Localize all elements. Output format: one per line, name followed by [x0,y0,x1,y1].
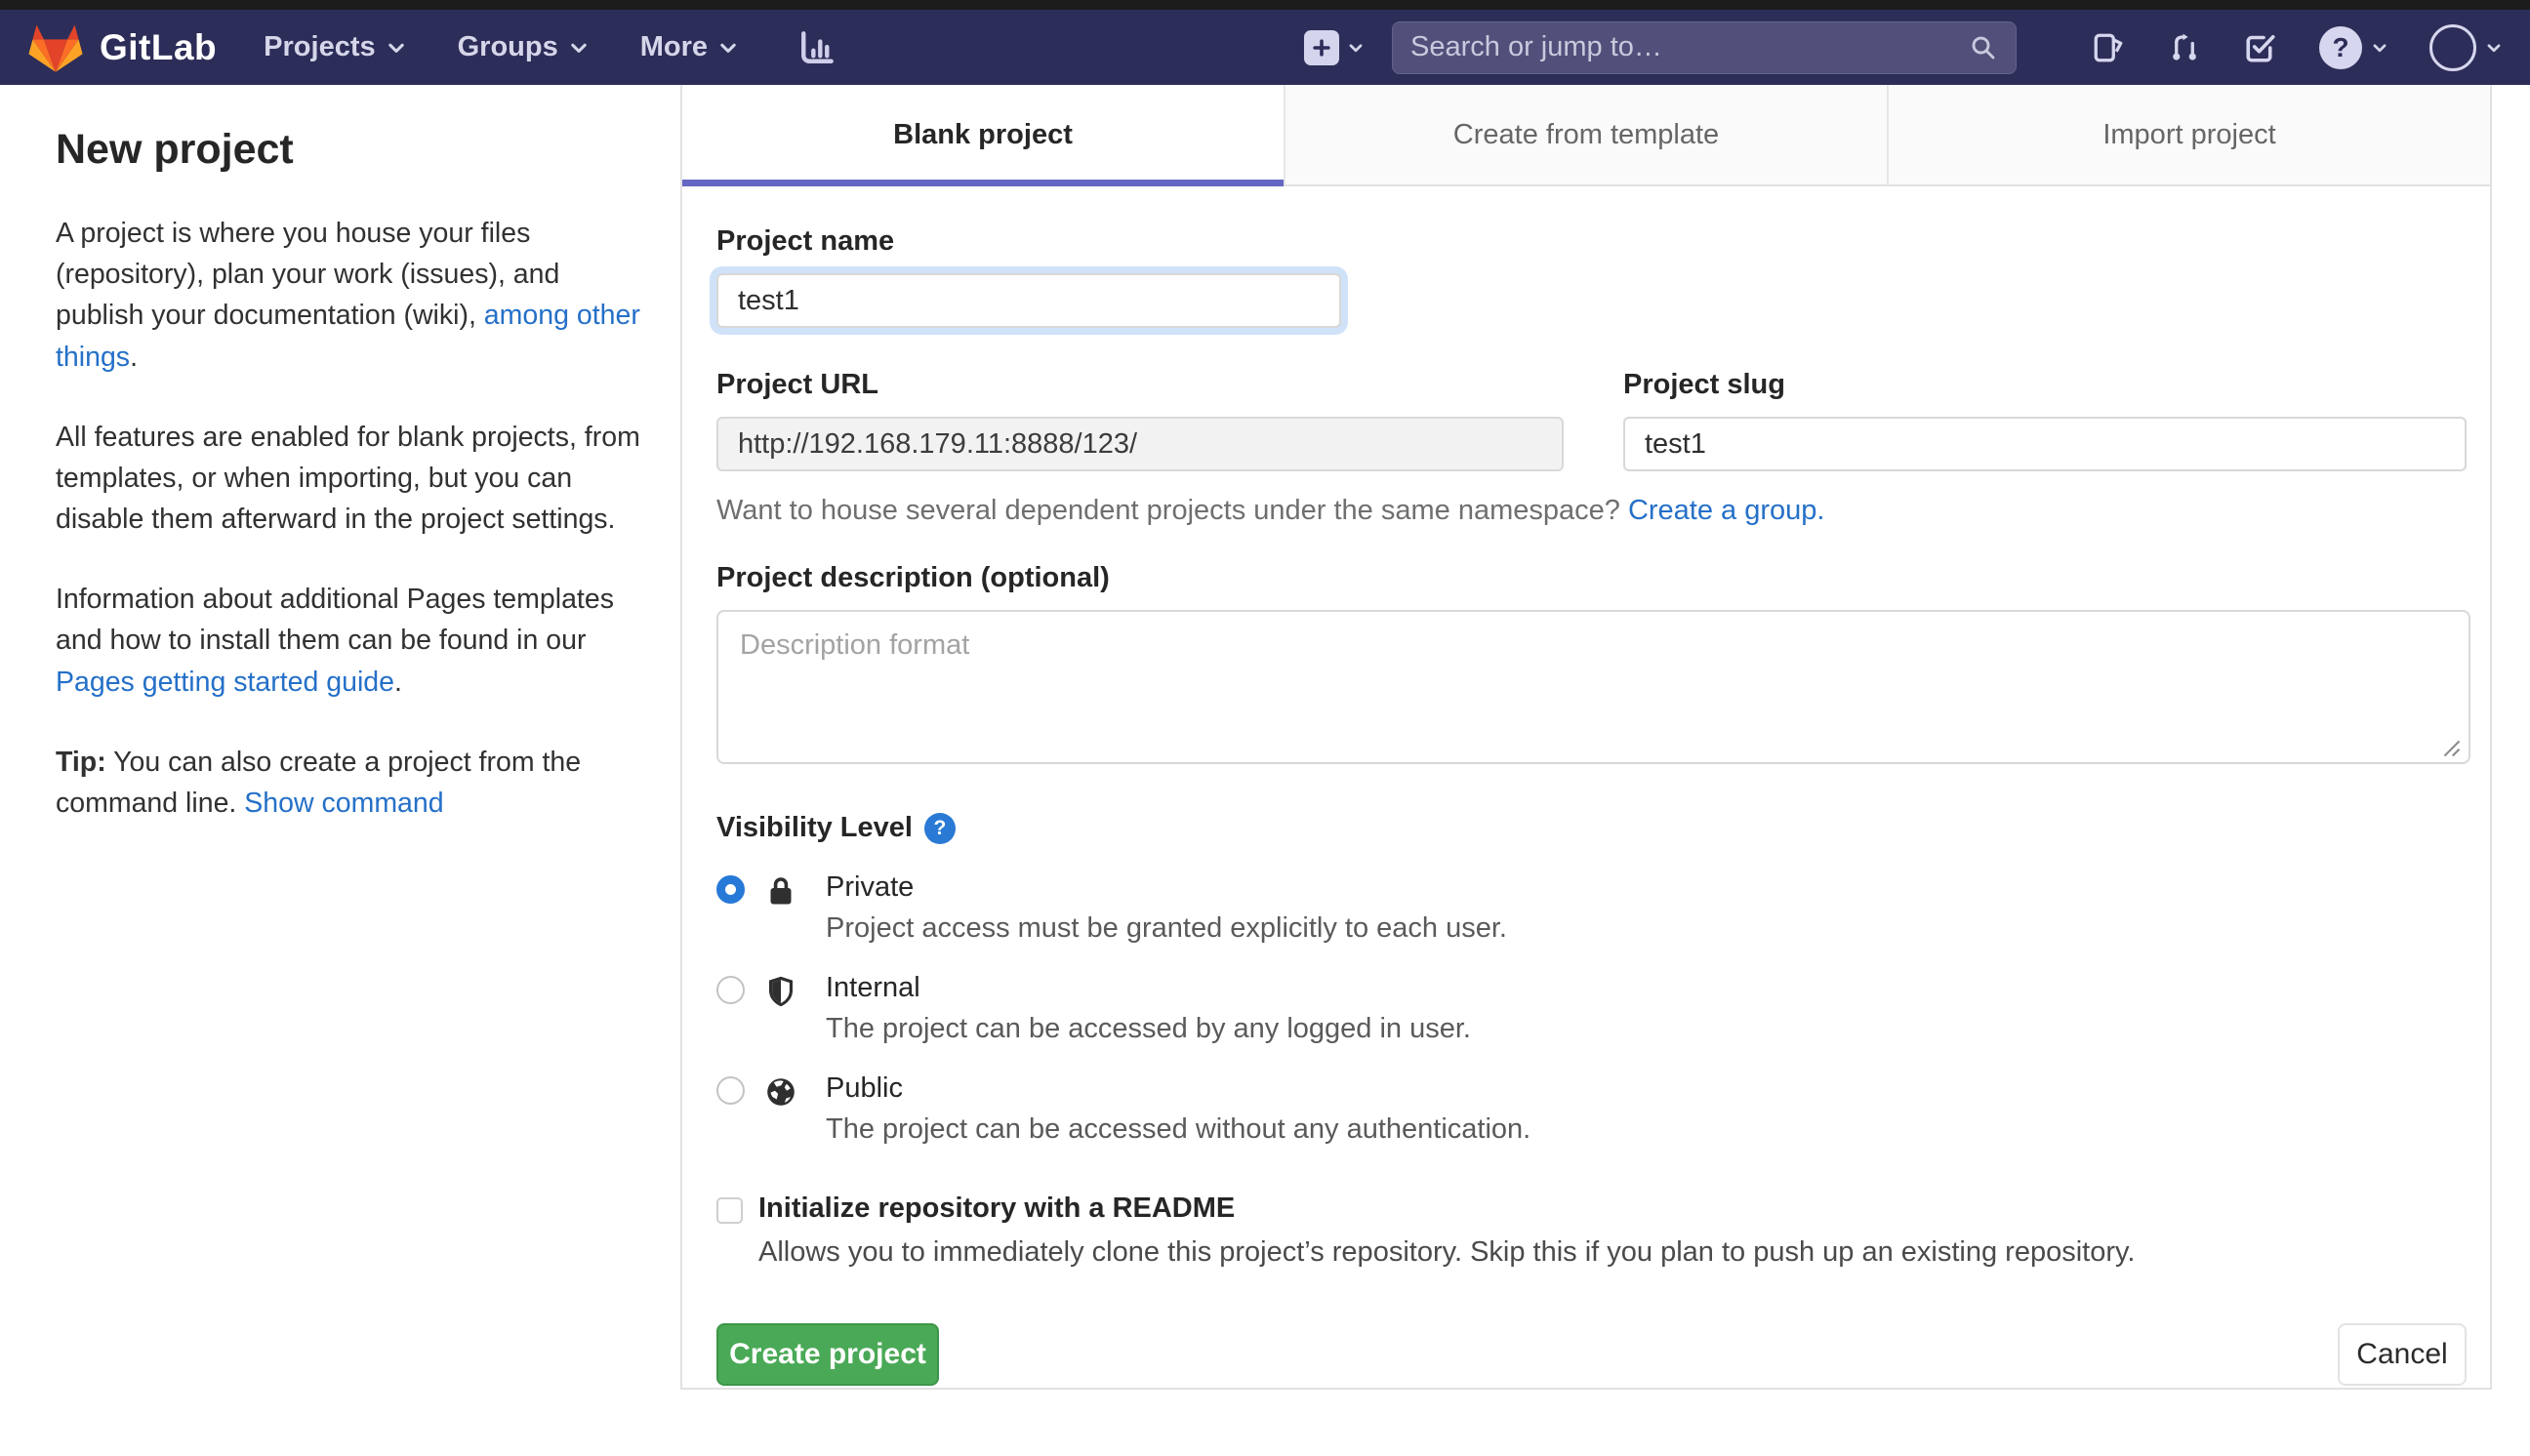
public-radio[interactable] [716,1076,745,1105]
new-menu-dropdown[interactable] [1304,29,1365,65]
page-title: New project [56,126,294,173]
internal-label: Internal [826,972,920,1003]
nav-groups[interactable]: Groups [458,31,590,63]
globe-icon [767,1078,795,1106]
readme-checkbox[interactable] [716,1197,743,1224]
search-box[interactable] [1392,20,2017,74]
internal-description: The project can be accessed by any logge… [826,1013,1471,1044]
readme-label: Initialize repository with a README [758,1193,1236,1224]
visibility-option-private: Private Project access must be granted e… [716,871,2467,945]
project-name-label: Project name [716,225,895,257]
public-description: The project can be accessed without any … [826,1113,1531,1145]
public-label: Public [826,1072,903,1104]
chevron-down-icon [1349,43,1363,52]
visibility-help-icon[interactable]: ? [923,812,956,844]
tab-create-from-template[interactable]: Create from template [1284,85,1887,184]
project-name-input[interactable] [716,273,1341,328]
sidebar-paragraph: Tip: You can also create a project from … [56,746,582,819]
pages-guide-link[interactable]: Pages getting started guide [56,667,394,698]
project-url-input[interactable] [716,417,1564,471]
admin-charts-icon[interactable] [796,26,838,69]
chevron-down-icon [720,43,736,53]
window-top-strip [0,0,2530,10]
help-menu-dropdown[interactable]: ? [2319,25,2388,69]
project-slug-input[interactable] [1623,417,2467,471]
internal-radio[interactable] [716,976,745,1004]
search-icon [1972,36,1995,59]
project-description-textarea[interactable] [716,610,2470,764]
visibility-option-internal: Internal The project can be accessed by … [716,972,2467,1045]
new-project-panel: Blank project Create from template Impor… [680,85,2492,1390]
sidebar-paragraph: A project is where you house your files … [56,218,640,373]
new-project-form: Project name Project URL Project slug Wa… [682,186,2490,1421]
tab-bar: Blank project Create from template Impor… [682,85,2490,186]
show-command-link[interactable]: Show command [244,788,443,819]
navbar: GitLab Projects Groups More Search or ju… [0,10,2530,85]
nav-projects[interactable]: Projects [264,31,406,63]
avatar [2429,23,2476,71]
lock-icon [770,877,792,905]
private-label: Private [826,871,915,903]
search-input[interactable] [1410,31,1969,63]
create-project-button[interactable]: Create project [716,1323,939,1386]
issues-icon[interactable] [2091,30,2126,65]
user-menu-dropdown[interactable] [2429,23,2503,71]
project-description-label: Project description (optional) [716,562,1110,593]
namespace-hint: Want to house several dependent projects… [716,495,1825,526]
project-url-label: Project URL [716,369,878,400]
private-description: Project access must be granted explicitl… [826,912,1507,944]
shield-icon [769,976,793,1007]
create-a-group-link[interactable]: Create a group. [1628,495,1825,526]
chevron-down-icon [388,43,404,53]
chevron-down-icon [2487,43,2501,52]
sidebar: New project A project is where you house… [0,85,680,863]
readme-description: Allows you to immediately clone this pro… [758,1236,2136,1268]
visibility-option-public: Public The project can be accessed witho… [716,1072,2467,1146]
chevron-down-icon [571,43,587,53]
cancel-button[interactable]: Cancel [2338,1323,2467,1386]
sidebar-paragraph: All features are enabled for blank proje… [56,421,640,536]
plus-icon [1304,29,1339,65]
chevron-down-icon [2373,43,2387,52]
merge-requests-icon[interactable] [2167,30,2202,65]
sidebar-paragraph: Information about additional Pages templ… [56,584,614,698]
project-slug-label: Project slug [1623,369,1785,400]
tab-import-project[interactable]: Import project [1887,85,2490,184]
help-icon: ? [2319,25,2362,69]
gitlab-logo-icon[interactable] [27,21,84,74]
todos-icon[interactable] [2243,30,2278,65]
nav-more[interactable]: More [640,31,739,63]
resize-handle[interactable] [2443,740,2461,757]
private-radio[interactable] [716,875,745,904]
tab-blank-project[interactable]: Blank project [682,85,1284,186]
brand-title[interactable]: GitLab [100,27,217,68]
visibility-level-label: Visibility Level [716,812,913,843]
